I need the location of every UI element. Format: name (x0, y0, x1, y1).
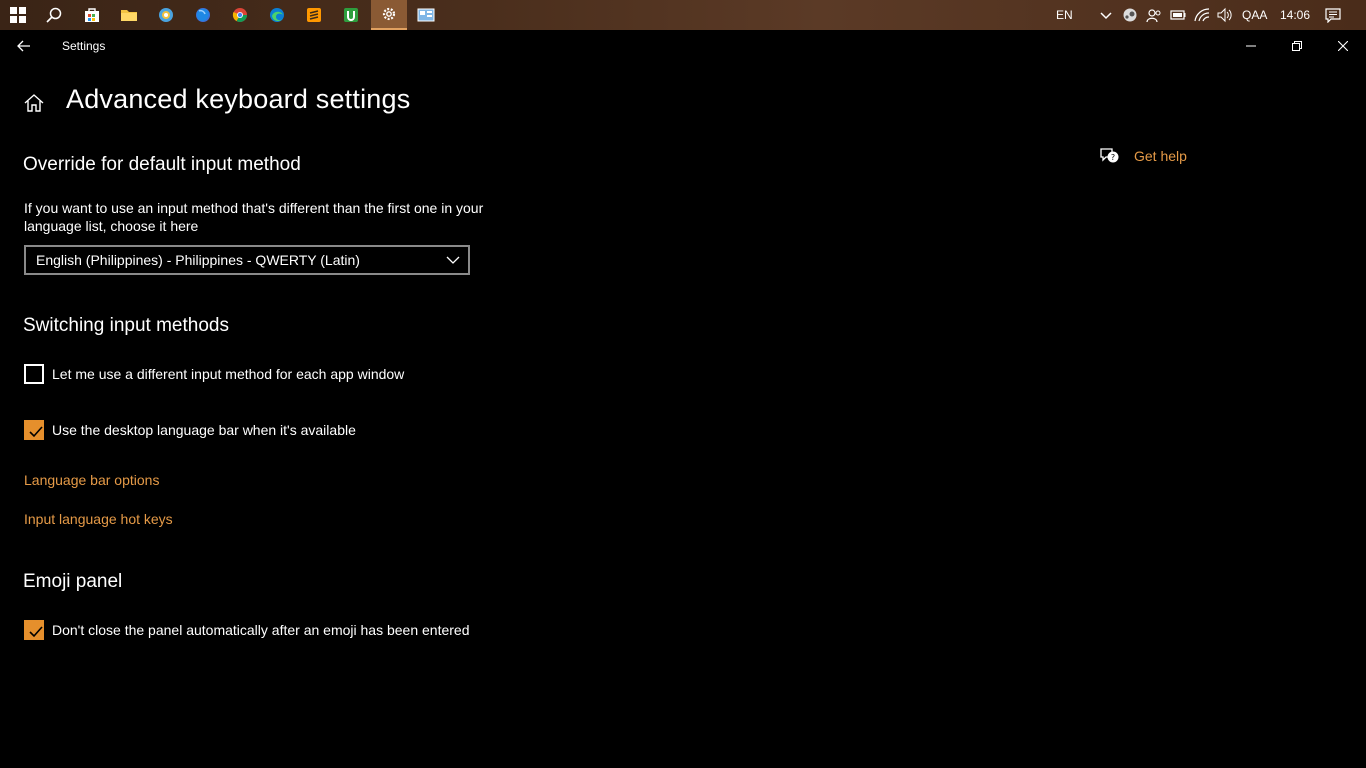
minimize-icon (1246, 45, 1256, 47)
taskbar-control-panel[interactable] (408, 0, 444, 30)
input-indicator[interactable]: QAA (1242, 0, 1267, 30)
close-button[interactable] (1320, 30, 1366, 62)
taskbar-green-app[interactable] (333, 0, 369, 30)
search-icon (46, 7, 62, 23)
taskbar-file-explorer[interactable] (111, 0, 147, 30)
get-help-link[interactable]: ? Get help (1100, 145, 1187, 167)
language-indicator[interactable]: EN (1056, 0, 1073, 30)
page-title: Advanced keyboard settings (66, 84, 411, 114)
input-method-dropdown[interactable]: English (Philippines) - Philippines - QW… (24, 245, 470, 275)
taskbar-edge[interactable] (259, 0, 295, 30)
per-app-input-label: Let me use a different input method for … (52, 366, 405, 382)
file-explorer-icon (121, 10, 137, 21)
windows-logo-icon (10, 7, 26, 23)
override-description: If you want to use an input method that'… (24, 200, 484, 234)
taskbar-browser[interactable] (148, 0, 184, 30)
wifi-icon[interactable] (1194, 7, 1210, 23)
svg-text:?: ? (1111, 153, 1115, 162)
checkmark-icon (29, 426, 43, 438)
get-help-label: Get help (1134, 148, 1187, 164)
taskbar-chrome[interactable] (222, 0, 258, 30)
people-icon[interactable] (1146, 7, 1162, 23)
per-app-input-option[interactable]: Let me use a different input method for … (24, 364, 404, 384)
help-chat-icon: ? (1100, 148, 1119, 163)
override-section-title: Override for default input method (23, 154, 301, 175)
green-app-icon (344, 8, 358, 22)
volume-icon[interactable] (1217, 7, 1233, 23)
input-language-hot-keys-link[interactable]: Input language hot keys (24, 511, 173, 527)
control-panel-icon (417, 8, 435, 22)
checkmark-icon (29, 626, 43, 638)
input-method-dropdown-value: English (Philippines) - Philippines - QW… (36, 252, 360, 268)
taskbar-firefox[interactable] (185, 0, 221, 30)
chevron-down-icon (446, 256, 460, 264)
emoji-panel-label: Don't close the panel automatically afte… (52, 622, 470, 638)
minimize-button[interactable] (1228, 30, 1274, 62)
language-bar-option[interactable]: Use the desktop language bar when it's a… (24, 420, 356, 440)
edge-icon (270, 8, 284, 22)
back-button[interactable] (10, 30, 38, 62)
emoji-panel-option[interactable]: Don't close the panel automatically afte… (24, 620, 469, 640)
sublime-icon (307, 8, 321, 22)
start-button[interactable] (0, 0, 36, 30)
switching-section-title: Switching input methods (23, 315, 229, 336)
close-icon (1338, 41, 1348, 51)
clock[interactable]: 14:06 (1280, 0, 1310, 30)
firefox-icon (196, 8, 210, 22)
emoji-section-title: Emoji panel (23, 571, 123, 592)
taskbar-store[interactable] (74, 0, 110, 30)
title-bar: Settings (0, 30, 1366, 62)
action-center-icon[interactable] (1325, 7, 1341, 23)
emoji-panel-checkbox[interactable] (24, 620, 44, 640)
restore-button[interactable] (1274, 30, 1320, 62)
steam-icon[interactable] (1122, 7, 1138, 23)
back-arrow-icon (17, 40, 30, 52)
taskbar: EN QAA 14:06 (0, 0, 1366, 30)
window-title: Settings (62, 39, 106, 53)
browser-icon (159, 8, 173, 22)
per-app-input-checkbox[interactable] (24, 364, 44, 384)
store-icon (85, 8, 99, 22)
home-icon[interactable] (23, 92, 45, 114)
settings-gear-icon (382, 7, 396, 21)
chrome-icon (232, 8, 247, 22)
chevron-up-icon[interactable] (1098, 7, 1114, 23)
language-bar-checkbox[interactable] (24, 420, 44, 440)
language-bar-label: Use the desktop language bar when it's a… (52, 422, 356, 438)
taskbar-settings[interactable] (371, 0, 407, 30)
search-button[interactable] (36, 0, 72, 30)
battery-icon[interactable] (1170, 7, 1186, 23)
taskbar-sublime[interactable] (296, 0, 332, 30)
restore-icon (1292, 41, 1302, 51)
language-bar-options-link[interactable]: Language bar options (24, 472, 159, 488)
